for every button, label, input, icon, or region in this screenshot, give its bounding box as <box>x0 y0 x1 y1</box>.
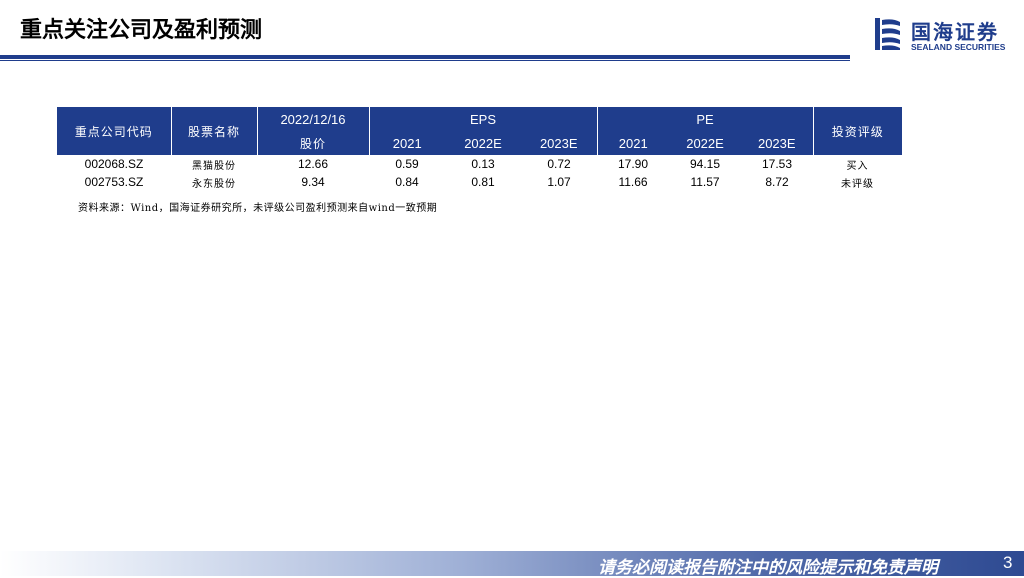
eps-value: 1.07 <box>547 175 571 189</box>
header-pe: PE <box>596 107 814 131</box>
pe-value: 11.66 <box>618 175 648 189</box>
company-logo: 国海证券 SEALAND SECURITIES <box>873 16 1018 56</box>
table-row: 002068.SZ 黑猫股份 12.66 0.59 0.13 0.72 17.9… <box>57 155 902 173</box>
header-pe-year: 2023E <box>741 131 814 155</box>
pe-value: 11.57 <box>690 175 720 189</box>
stock-code: 002753.SZ <box>84 175 144 189</box>
header-rating: 投资评级 <box>812 107 903 155</box>
logo-english-name: SEALAND SECURITIES <box>911 42 1006 52</box>
sealand-logo-icon <box>875 18 900 50</box>
header-code: 重点公司代码 <box>57 107 171 155</box>
header-price: 股价 <box>256 131 369 155</box>
disclaimer-text: 请务必阅读报告附注中的风险提示和免责声明 <box>598 558 938 578</box>
eps-value: 0.59 <box>395 157 419 171</box>
header-pe-year: 2022E <box>669 131 742 155</box>
header-rule-thin <box>0 60 850 61</box>
rating-value: 未评级 <box>841 178 875 190</box>
source-note: 资料来源：Wind，国海证券研究所，未评级公司盈利预测来自wind一致预期 <box>78 203 438 214</box>
header-rule <box>0 55 850 59</box>
eps-value: 0.84 <box>395 175 419 189</box>
eps-value: 0.13 <box>471 157 495 171</box>
pe-value: 94.15 <box>690 157 721 171</box>
stock-price: 9.34 <box>301 175 325 189</box>
stock-name: 黑猫股份 <box>192 160 236 172</box>
header-name: 股票名称 <box>170 107 257 155</box>
pe-value: 17.90 <box>618 157 649 171</box>
rating-value: 买入 <box>846 160 869 172</box>
header-eps-year: 2023E <box>521 131 598 155</box>
pe-value: 8.72 <box>765 175 789 189</box>
header-eps-year: 2021 <box>368 131 445 155</box>
page-number: 3 <box>1003 553 1013 572</box>
header-date: 2022/12/16 <box>256 107 369 131</box>
header-eps-year: 2022E <box>445 131 521 155</box>
header-eps: EPS <box>368 107 598 131</box>
earnings-forecast-table: 重点公司代码 股票名称 2022/12/16 EPS PE 投资评级 股价 20… <box>57 107 903 191</box>
logo-chinese-name: 国海证券 <box>911 20 999 44</box>
stock-price: 12.66 <box>297 157 329 171</box>
stock-name: 永东股份 <box>192 178 236 190</box>
eps-value: 0.81 <box>471 175 495 189</box>
stock-code: 002068.SZ <box>84 157 144 171</box>
page-title: 重点关注公司及盈利预测 <box>20 18 263 43</box>
header-pe-year: 2021 <box>596 131 670 155</box>
pe-value: 17.53 <box>762 157 793 171</box>
eps-value: 0.72 <box>547 157 571 171</box>
table-row: 002753.SZ 永东股份 9.34 0.84 0.81 1.07 11.66… <box>57 173 902 191</box>
